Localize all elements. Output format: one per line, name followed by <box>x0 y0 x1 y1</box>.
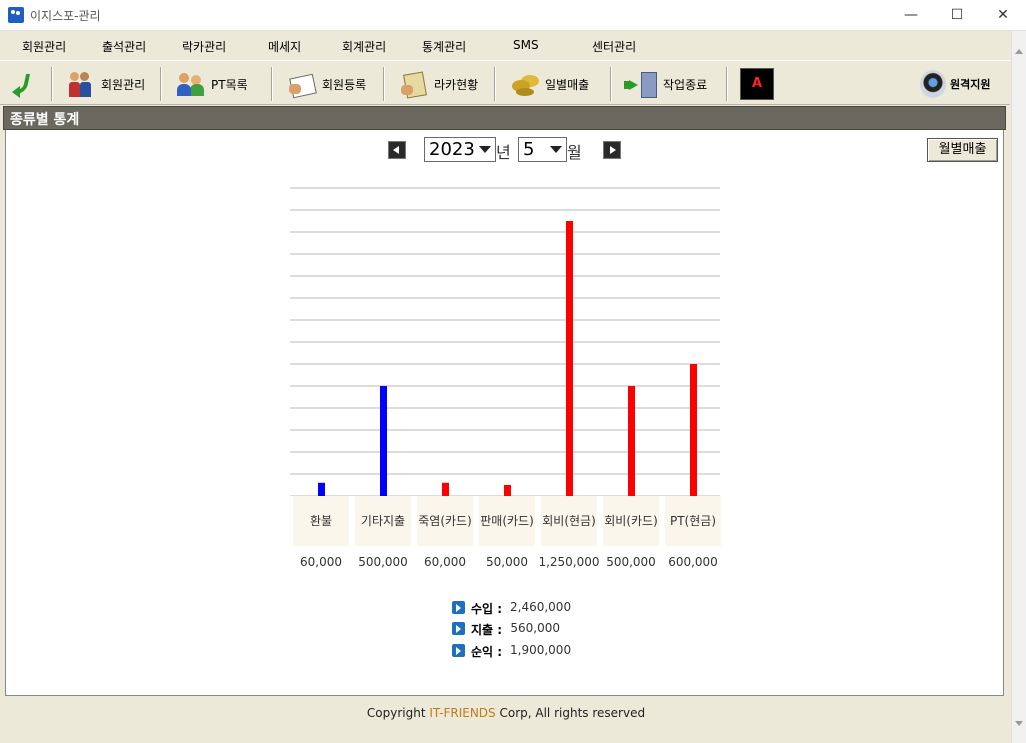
income-label: 수입 : <box>471 602 503 616</box>
category-label: 판매(카드) <box>479 496 535 546</box>
copyright-prefix: Copyright <box>366 706 430 720</box>
expense-label: 지출 : <box>471 623 503 637</box>
value-label: 500,000 <box>606 555 656 569</box>
scroll-down-icon[interactable] <box>1015 721 1023 726</box>
toolbar-separator <box>494 67 496 101</box>
income-value: 2,460,000 <box>510 600 572 614</box>
exit-label: 작업종료 <box>663 77 708 92</box>
value-label: 1,250,000 <box>538 555 600 569</box>
pt-icon <box>176 70 206 98</box>
year-select[interactable]: 2023 <box>424 137 496 162</box>
menu-attendance[interactable]: 출석관리 <box>102 38 146 55</box>
back-button[interactable] <box>10 67 40 101</box>
toolbar-separator <box>610 67 612 101</box>
chevron-down-icon <box>550 146 562 153</box>
chart-canvas <box>290 187 720 496</box>
toolbar-separator <box>160 67 162 101</box>
year-value: 2023 <box>429 139 475 160</box>
bar-4 <box>566 221 573 496</box>
scroll-up-icon[interactable] <box>1015 49 1023 54</box>
value-label: 50,000 <box>486 555 528 569</box>
exit-door-icon <box>628 70 658 98</box>
category-label: 회비(카드) <box>603 496 659 546</box>
category-chart: 환불 60,000 기타지출 500,000 죽염(카드) 60,000 판매(카드) 50,… <box>290 186 721 580</box>
title-bar: 이지스포-관리 — ☐ ✕ <box>0 0 1026 31</box>
menu-accounting[interactable]: 회계관리 <box>342 38 386 55</box>
bar-1 <box>380 386 387 496</box>
value-label: 60,000 <box>424 555 466 569</box>
toolbar-separator <box>51 67 53 101</box>
category-label: 환불 <box>293 496 349 546</box>
remote-support-button[interactable]: 원격지원 <box>920 68 990 100</box>
bar-2 <box>442 482 449 496</box>
menu-bar: 회원관리 출석관리 락카관리 메세지 회계관리 통계관리 SMS 센터관리 <box>0 31 1012 60</box>
vertical-scrollbar[interactable] <box>1011 31 1026 743</box>
copyright-brand: IT-FRIENDS <box>429 706 496 720</box>
previous-month-button[interactable] <box>388 141 406 159</box>
bar-3 <box>504 485 511 496</box>
bullet-arrow-icon <box>452 601 465 614</box>
net-value: 1,900,000 <box>510 643 572 657</box>
locker-status-button[interactable]: 라카현황 <box>399 67 478 101</box>
window-title: 이지스포-관리 <box>30 9 101 23</box>
bullet-arrow-icon <box>452 644 465 657</box>
category-label: 회비(현금) <box>541 496 597 546</box>
toolbar-separator <box>383 67 385 101</box>
close-button[interactable]: ✕ <box>980 0 1026 31</box>
locker-label: 라카현황 <box>434 77 479 92</box>
menu-sms[interactable]: SMS <box>513 38 539 52</box>
daily-sales-label: 일별매출 <box>545 77 590 92</box>
chevron-down-icon <box>479 146 491 153</box>
pt-list-label: PT목록 <box>211 77 248 92</box>
webcam-icon <box>920 70 946 98</box>
bar-6 <box>690 364 697 496</box>
members-icon <box>66 70 96 98</box>
register-member-button[interactable]: 회원등록 <box>287 67 366 101</box>
category-label: PT(현금) <box>665 496 721 546</box>
copyright: Copyright IT-FRIENDS Corp, All rights re… <box>0 706 1012 720</box>
exit-work-button[interactable]: 작업종료 <box>628 67 707 101</box>
green-arrow-icon <box>10 70 40 98</box>
year-unit-label: 년 <box>496 143 511 162</box>
register-icon <box>287 70 317 98</box>
menu-locker[interactable]: 락카관리 <box>182 38 226 55</box>
panel-title: 종류별 통계 <box>10 112 80 128</box>
menu-center[interactable]: 센터관리 <box>592 38 636 55</box>
coins-icon <box>510 70 540 98</box>
panel-header: 종류별 통계 <box>3 106 1006 130</box>
locker-icon <box>399 70 429 98</box>
month-value: 5 <box>523 139 535 160</box>
bar-0 <box>318 482 325 496</box>
category-label: 죽염(카드) <box>417 496 473 546</box>
month-unit-label: 월 <box>567 143 582 162</box>
register-label: 회원등록 <box>322 77 367 92</box>
value-label: 60,000 <box>300 555 342 569</box>
menu-statistics[interactable]: 통계관리 <box>422 38 466 55</box>
copyright-suffix: Corp, All rights reserved <box>495 706 646 720</box>
value-label: 600,000 <box>668 555 718 569</box>
toolbar-separator <box>726 67 728 101</box>
expense-value: 560,000 <box>510 621 560 635</box>
daily-sales-button[interactable]: 일별매출 <box>510 67 589 101</box>
menu-message[interactable]: 메세지 <box>268 38 301 55</box>
a-button[interactable]: A <box>740 68 774 100</box>
monthly-sales-button[interactable]: 월별매출 <box>927 138 998 162</box>
value-label: 500,000 <box>358 555 408 569</box>
net-label: 순익 : <box>471 645 503 659</box>
members-label: 회원관리 <box>101 77 146 92</box>
toolbar: 회원관리 PT목록 회원등록 라카현황 일별매출 작업종료 <box>0 60 1010 105</box>
next-month-button[interactable] <box>603 141 621 159</box>
maximize-button[interactable]: ☐ <box>934 0 980 31</box>
app-icon <box>8 7 24 23</box>
bullet-arrow-icon <box>452 622 465 635</box>
pt-list-button[interactable]: PT목록 <box>176 67 248 101</box>
minimize-button[interactable]: — <box>888 0 934 31</box>
menu-member[interactable]: 회원관리 <box>22 38 66 55</box>
bar-5 <box>628 386 635 496</box>
category-label: 기타지출 <box>355 496 411 546</box>
remote-support-label: 원격지원 <box>950 78 991 91</box>
toolbar-separator <box>271 67 273 101</box>
members-button[interactable]: 회원관리 <box>66 67 145 101</box>
month-select[interactable]: 5 <box>518 137 567 162</box>
